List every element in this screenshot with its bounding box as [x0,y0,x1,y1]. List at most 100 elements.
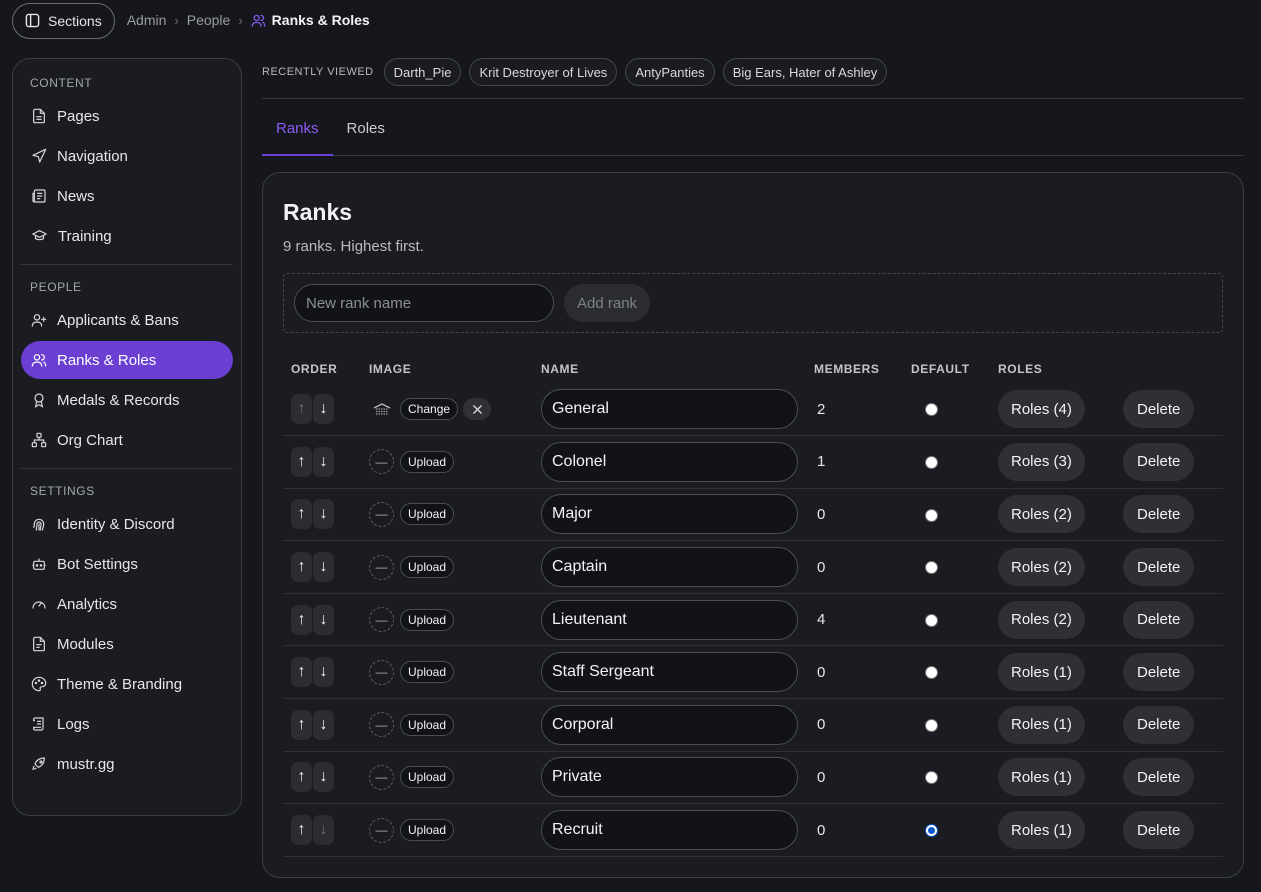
sidebar-group-title-settings: SETTINGS [30,484,95,498]
add-rank-button[interactable]: Add rank [564,284,651,322]
move-up-button[interactable]: ↑ [291,762,312,793]
rank-name-input[interactable] [541,599,798,640]
move-up-button: ↑ [291,394,312,425]
move-up-button[interactable]: ↑ [291,499,312,530]
move-down-button[interactable]: ↓ [313,394,334,425]
recent-chip[interactable]: Krit Destroyer of Lives [469,58,618,86]
sidebar-item-analytics[interactable]: Analytics [21,585,233,623]
new-rank-input[interactable] [294,284,554,322]
upload-image-button[interactable]: Upload [400,713,455,736]
sidebar-item-mustr-gg[interactable]: mustr.gg [21,745,233,783]
delete-button[interactable]: Delete [1123,548,1195,587]
roles-button[interactable]: Roles (4) [998,390,1085,429]
recent-chip[interactable]: Big Ears, Hater of Ashley [722,58,888,86]
file-icon [33,108,45,124]
default-radio[interactable] [925,403,938,417]
sidebar-item-navigation[interactable]: Navigation [21,137,233,175]
rank-name-input[interactable] [541,704,798,745]
breadcrumb-people[interactable]: People [187,12,231,28]
delete-button[interactable]: Delete [1123,600,1195,639]
sidebar: CONTENT Pages Navigation News Training P… [12,58,242,816]
roles-button[interactable]: Roles (2) [998,600,1085,639]
rank-name-input[interactable] [541,757,798,798]
roles-button[interactable]: Roles (1) [998,811,1085,850]
default-radio[interactable] [925,508,938,522]
change-image-button[interactable]: Change [400,398,459,421]
upload-image-button[interactable]: Upload [400,766,455,789]
breadcrumb-admin[interactable]: Admin [127,12,167,28]
default-radio[interactable] [925,455,938,469]
delete-button[interactable]: Delete [1123,758,1195,797]
move-up-button[interactable]: ↑ [291,604,312,635]
sidebar-item-medals-records[interactable]: Medals & Records [21,381,233,419]
default-radio[interactable] [925,613,938,627]
roles-button[interactable]: Roles (1) [998,653,1085,692]
roles-button[interactable]: Roles (1) [998,705,1085,744]
default-cell [903,435,990,489]
sidebar-item-training[interactable]: Training [21,217,233,255]
sidebar-item-label: Theme & Branding [57,675,183,693]
sections-button[interactable]: Sections [12,2,115,39]
delete-button[interactable]: Delete [1123,705,1195,744]
upload-image-button[interactable]: Upload [400,819,455,842]
move-down-button[interactable]: ↓ [313,552,334,583]
rank-name-input[interactable] [541,389,798,430]
column-header [1115,355,1223,383]
members-count: 1 [806,435,903,489]
roles-button[interactable]: Roles (3) [998,442,1085,481]
roles-button[interactable]: Roles (2) [998,548,1085,587]
roles-cell: Roles (1) [990,698,1115,752]
rank-name-input[interactable] [541,441,798,482]
move-down-button[interactable]: ↓ [313,657,334,688]
delete-button[interactable]: Delete [1123,811,1195,850]
remove-image-button[interactable] [463,398,492,421]
default-radio[interactable] [925,666,938,680]
recent-chip[interactable]: AntyPanties [625,58,715,86]
rank-name-input[interactable] [541,547,798,588]
move-down-button[interactable]: ↓ [313,604,334,635]
sidebar-item-pages[interactable]: Pages [21,97,233,135]
move-down-button[interactable]: ↓ [313,762,334,793]
upload-image-button[interactable]: Upload [400,608,455,631]
default-radio[interactable] [925,824,938,838]
delete-button[interactable]: Delete [1123,495,1195,534]
delete-cell: Delete [1115,540,1223,594]
upload-image-button[interactable]: Upload [400,450,455,473]
tab-ranks[interactable]: Ranks [262,102,333,156]
move-down-button[interactable]: ↓ [313,446,334,477]
rank-name-input[interactable] [541,652,798,693]
recent-chip[interactable]: Darth_Pie [383,58,462,86]
move-up-button[interactable]: ↑ [291,657,312,688]
default-radio[interactable] [925,771,938,785]
sidebar-item-applicants-bans[interactable]: Applicants & Bans [21,301,233,339]
roles-button[interactable]: Roles (1) [998,758,1085,797]
sidebar-item-bot-settings[interactable]: Bot Settings [21,545,233,583]
delete-button[interactable]: Delete [1123,390,1195,429]
sidebar-item-ranks-roles[interactable]: Ranks & Roles [21,341,233,379]
rank-name-input[interactable] [541,494,798,535]
move-up-button[interactable]: ↑ [291,552,312,583]
move-down-button[interactable]: ↓ [313,709,334,740]
upload-image-button[interactable]: Upload [400,556,455,579]
sidebar-item-news[interactable]: News [21,177,233,215]
roles-cell: Roles (3) [990,435,1115,489]
default-radio[interactable] [925,718,938,732]
move-up-button[interactable]: ↑ [291,709,312,740]
sidebar-item-theme-branding[interactable]: Theme & Branding [21,665,233,703]
rank-name-input[interactable] [541,810,798,851]
upload-image-button[interactable]: Upload [400,661,455,684]
default-radio[interactable] [925,561,938,575]
sidebar-item-logs[interactable]: Logs [21,705,233,743]
move-down-button[interactable]: ↓ [313,499,334,530]
sidebar-item-identity-discord[interactable]: Identity & Discord [21,505,233,543]
tab-roles[interactable]: Roles [333,102,399,155]
move-up-button[interactable]: ↑ [291,446,312,477]
roles-button[interactable]: Roles (2) [998,495,1085,534]
delete-button[interactable]: Delete [1123,442,1195,481]
move-up-button[interactable]: ↑ [291,815,312,846]
sidebar-item-modules[interactable]: Modules [21,625,233,663]
delete-button[interactable]: Delete [1123,653,1195,692]
sidebar-item-org-chart[interactable]: Org Chart [21,421,233,459]
image-placeholder: — [369,554,394,580]
upload-image-button[interactable]: Upload [400,503,455,526]
